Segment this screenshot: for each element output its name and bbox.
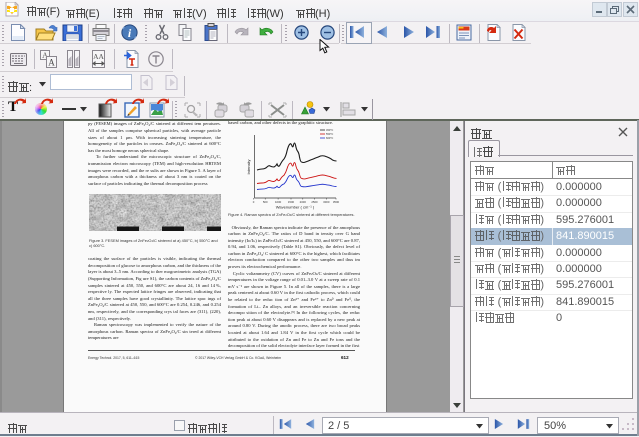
svg-text:0: 0: [253, 200, 255, 204]
svg-text:3000: 3000: [323, 200, 330, 204]
svg-text:3500: 3500: [333, 200, 340, 204]
svg-text:2500: 2500: [311, 200, 318, 204]
svg-text:Wavenumber ( cm⁻¹ ): Wavenumber ( cm⁻¹ ): [276, 204, 315, 209]
svg-text:450°C: 450°C: [326, 128, 333, 132]
svg-text:1000: 1000: [275, 200, 282, 204]
svg-text:2000: 2000: [300, 200, 307, 204]
svg-text:AA: AA: [93, 52, 104, 61]
svg-text:1500: 1500: [288, 200, 295, 204]
svg-text:Intensity: Intensity: [246, 159, 251, 174]
svg-text:500: 500: [263, 200, 268, 204]
svg-text:A: A: [48, 58, 55, 68]
svg-text:600°C: 600°C: [326, 136, 333, 140]
svg-text:550°C: 550°C: [326, 132, 333, 136]
